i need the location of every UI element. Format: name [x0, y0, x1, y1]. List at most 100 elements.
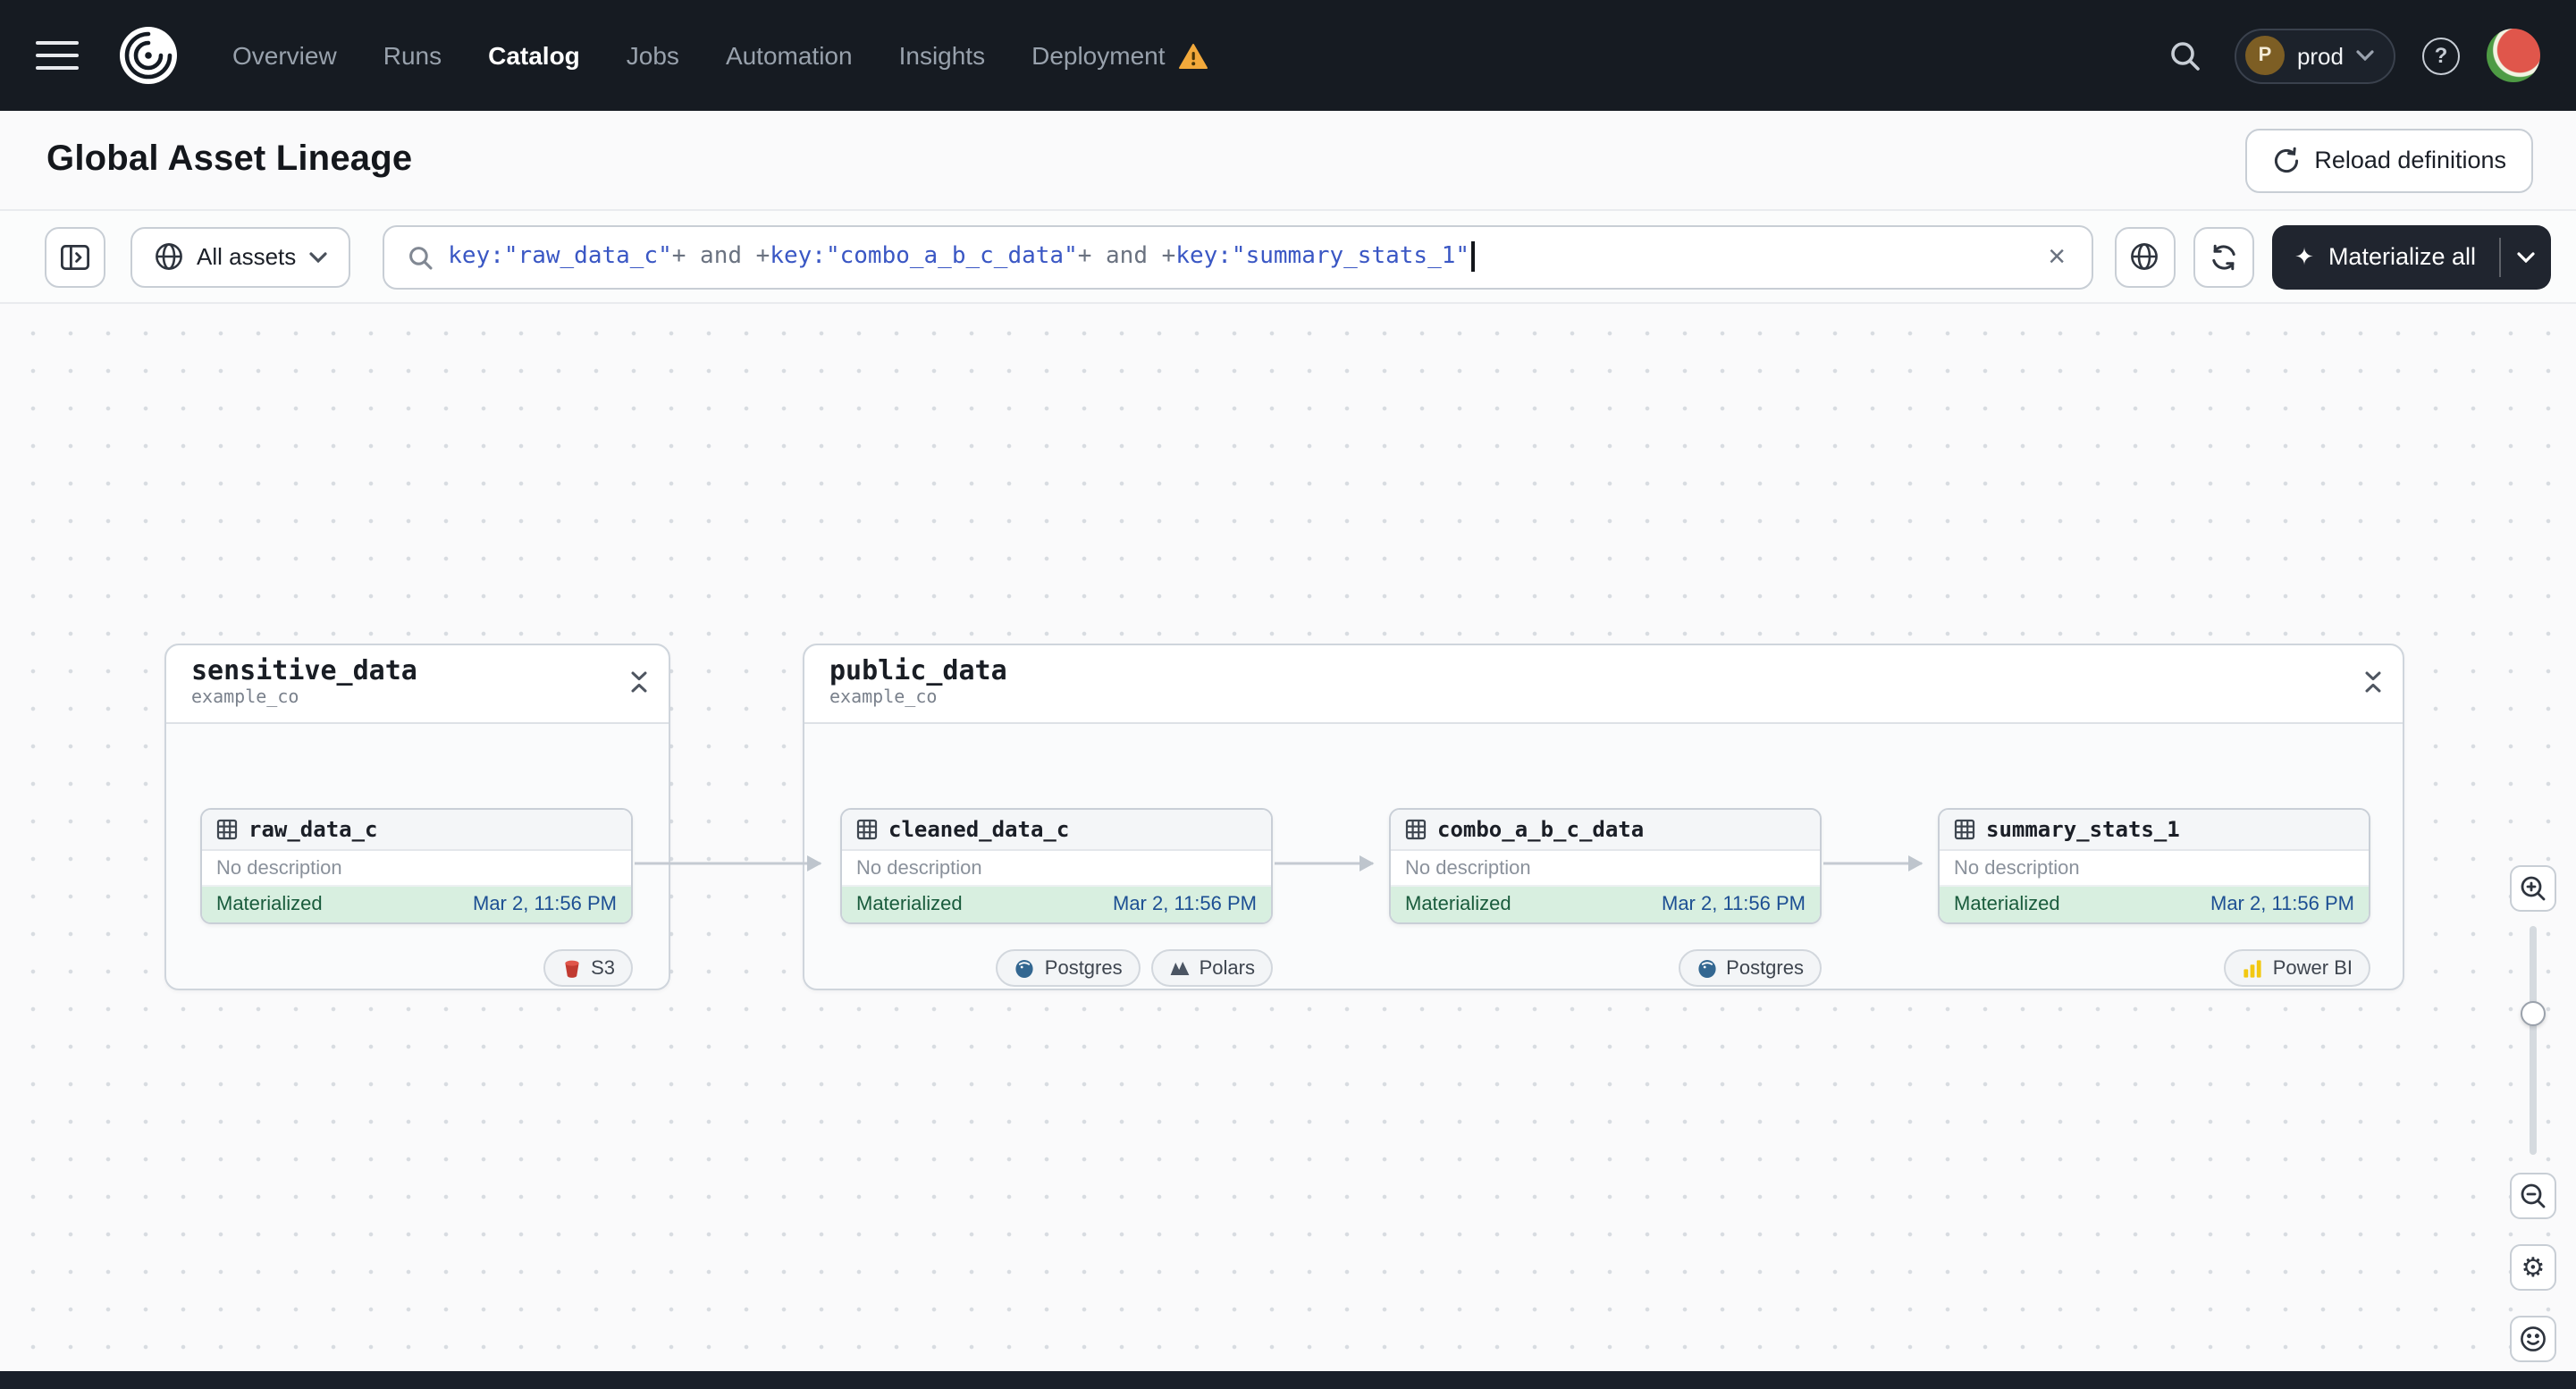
nav-item-catalog[interactable]: Catalog	[488, 41, 580, 70]
query-token: + and +	[671, 243, 770, 270]
nav-label: Jobs	[626, 41, 679, 70]
nav-label: Deployment	[1031, 41, 1166, 70]
tag-label: Postgres	[1044, 957, 1123, 979]
chevron-down-icon	[2356, 50, 2374, 61]
reload-icon	[2274, 146, 2298, 173]
user-avatar[interactable]	[2487, 29, 2540, 82]
materialization-timestamp-link[interactable]: Mar 2, 11:56 PM	[1662, 894, 1806, 915]
nav-label: Insights	[898, 41, 986, 70]
collapse-icon	[2365, 671, 2381, 693]
tag-chip-postgres[interactable]: Postgres	[996, 949, 1141, 987]
table-icon	[1405, 819, 1427, 840]
asset-node-summary-stats-1[interactable]: summary_stats_1 No description Materiali…	[1938, 808, 2370, 924]
graph-view-options-button[interactable]	[2114, 226, 2176, 287]
reload-definitions-button[interactable]: Reload definitions	[2244, 128, 2533, 192]
bottom-bar	[0, 1371, 2576, 1389]
clear-query-button[interactable]: ×	[2044, 241, 2069, 272]
search-button[interactable]	[2161, 32, 2208, 79]
materialize-all-split-button: ✦ Materialize all	[2271, 224, 2551, 289]
feedback-button[interactable]	[2510, 1316, 2556, 1362]
tag-chip-s3[interactable]: S3	[543, 949, 633, 987]
nav-item-jobs[interactable]: Jobs	[627, 41, 679, 70]
group-header: sensitive_data example_co	[166, 645, 669, 724]
asset-node-raw-data-c[interactable]: raw_data_c No description Materialized M…	[200, 808, 633, 924]
chevron-down-icon	[308, 251, 326, 262]
question-icon: ?	[2434, 43, 2448, 68]
materialization-timestamp-link[interactable]: Mar 2, 11:56 PM	[2210, 894, 2354, 915]
asset-scope-label: All assets	[197, 243, 297, 270]
nav-item-overview[interactable]: Overview	[232, 41, 337, 70]
page-header: Global Asset Lineage Reload definitions	[0, 111, 2576, 211]
materialization-timestamp-link[interactable]: Mar 2, 11:56 PM	[1113, 894, 1257, 915]
nav-item-insights[interactable]: Insights	[899, 41, 986, 70]
tag-chip-power-bi[interactable]: Power BI	[2224, 949, 2370, 987]
deployment-initial-badge: P	[2244, 36, 2285, 75]
collapse-icon	[631, 671, 647, 693]
query-token: + and +	[1077, 243, 1176, 270]
tag-label: S3	[591, 957, 615, 979]
nav-label: Automation	[725, 41, 853, 70]
tag-chip-polars[interactable]: Polars	[1150, 949, 1273, 987]
text-cursor	[1471, 241, 1475, 272]
dagster-logo[interactable]	[118, 25, 179, 86]
graph-settings-button[interactable]: ⚙	[2510, 1244, 2556, 1291]
zoom-slider-knob[interactable]	[2521, 1001, 2546, 1026]
nav-item-runs[interactable]: Runs	[383, 41, 442, 70]
refresh-button[interactable]	[2193, 226, 2254, 287]
s3-icon	[564, 959, 578, 977]
query-token: key:"raw_data_c"	[448, 243, 672, 270]
table-icon	[1954, 819, 1975, 840]
zoom-slider-track[interactable]	[2530, 926, 2537, 1155]
asset-description: No description	[202, 851, 631, 887]
materialize-all-button[interactable]: ✦ Materialize all	[2271, 224, 2499, 289]
asset-node-header: cleaned_data_c	[842, 810, 1271, 851]
zoom-in-button[interactable]	[2510, 865, 2556, 912]
group-header: public_data example_co	[804, 645, 2403, 724]
tag-label: Power BI	[2272, 957, 2353, 979]
refresh-icon	[2211, 243, 2235, 270]
asset-node-cleaned-data-c[interactable]: cleaned_data_c No description Materializ…	[840, 808, 1273, 924]
globe-icon	[2131, 243, 2159, 270]
materialize-options-button[interactable]	[2501, 224, 2551, 289]
status-badge: Materialized	[856, 894, 963, 915]
table-icon	[856, 819, 878, 840]
materialization-timestamp-link[interactable]: Mar 2, 11:56 PM	[473, 894, 617, 915]
group-title: sensitive_data	[191, 654, 417, 686]
toggle-sidebar-button[interactable]	[45, 226, 105, 287]
nav-item-deployment[interactable]: Deployment	[1031, 41, 1208, 70]
tag-label: Postgres	[1726, 957, 1804, 979]
tag-chip-postgres[interactable]: Postgres	[1678, 949, 1822, 987]
navbar-right: P prod ?	[2161, 28, 2540, 83]
asset-status-row: Materialized Mar 2, 11:56 PM	[1940, 887, 2369, 922]
collapse-group-button[interactable]	[2360, 669, 2387, 695]
asset-node-combo-a-b-c-data[interactable]: combo_a_b_c_data No description Material…	[1389, 808, 1822, 924]
zoom-out-button[interactable]	[2510, 1173, 2556, 1219]
zoom-out-icon	[2521, 1183, 2546, 1208]
query-token: key:"combo_a_b_c_data"	[770, 243, 1078, 270]
deployment-name: prod	[2296, 42, 2344, 69]
group-title: public_data	[829, 654, 1007, 686]
asset-name: combo_a_b_c_data	[1437, 817, 1645, 842]
status-badge: Materialized	[1954, 894, 2060, 915]
deployment-switcher[interactable]: P prod	[2234, 28, 2395, 83]
asset-name: raw_data_c	[248, 817, 378, 842]
gear-icon: ⚙	[2521, 1252, 2546, 1283]
warning-icon	[1178, 43, 1208, 68]
collapse-group-button[interactable]	[626, 669, 652, 695]
asset-scope-dropdown[interactable]: All assets	[130, 226, 350, 287]
hamburger-menu-icon[interactable]	[36, 41, 79, 70]
lineage-canvas[interactable]: sensitive_data example_co public_data ex…	[0, 304, 2576, 1371]
asset-node-header: summary_stats_1	[1940, 810, 2369, 851]
powerbi-icon	[2244, 959, 2262, 977]
asset-status-row: Materialized Mar 2, 11:56 PM	[1391, 887, 1820, 922]
polars-icon	[1170, 961, 1190, 974]
group-subtitle: example_co	[829, 688, 938, 709]
asset-description: No description	[1391, 851, 1820, 887]
nav-label: Catalog	[488, 41, 580, 70]
help-button[interactable]: ?	[2422, 37, 2460, 74]
page-title: Global Asset Lineage	[46, 139, 413, 179]
asset-selection-input[interactable]: key:"raw_data_c" + and + key:"combo_a_b_c_…	[382, 224, 2093, 289]
nav-item-automation[interactable]: Automation	[726, 41, 853, 70]
asset-tags-cleaned-data-c: Postgres Polars	[840, 949, 1273, 987]
main-nav: Overview Runs Catalog Jobs Automation In…	[232, 41, 1208, 70]
